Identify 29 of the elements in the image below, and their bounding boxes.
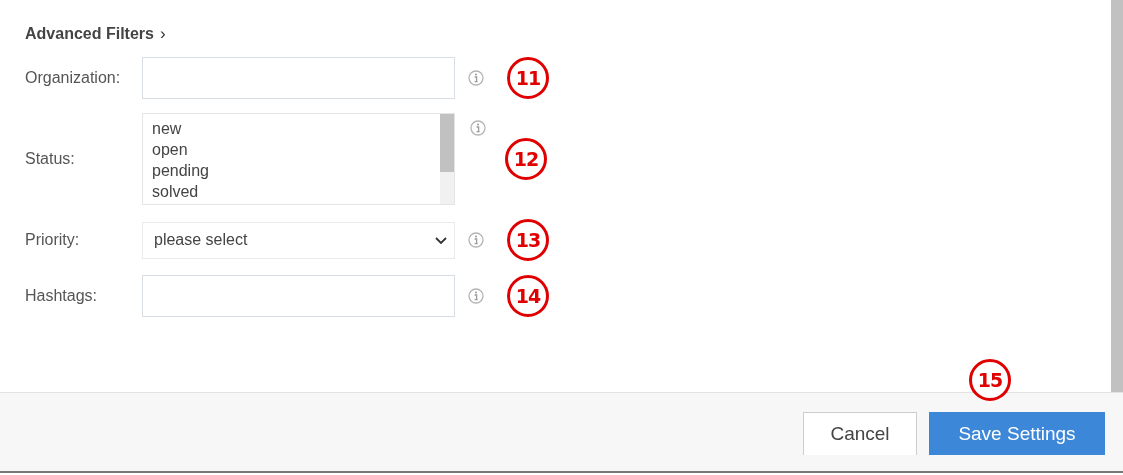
callout-badge: 15 (969, 359, 1011, 401)
field-label: Priority: (25, 231, 81, 249)
list-option[interactable]: solved (152, 181, 440, 202)
chevron-icon[interactable]: › (159, 24, 166, 44)
cancel-button[interactable]: Cancel (803, 412, 917, 455)
text-field[interactable] (142, 57, 455, 99)
field-label: Organization: (25, 69, 122, 87)
section-title[interactable]: Advanced Filters (25, 25, 154, 43)
list-scrollbar[interactable] (440, 114, 454, 204)
callout-badge: 13 (507, 219, 549, 261)
callout-badge: 11 (507, 57, 549, 99)
field-label: Status: (25, 150, 76, 168)
field-label: Hashtags: (25, 287, 99, 305)
chevron-down-icon[interactable] (434, 235, 448, 245)
list-option[interactable]: new (152, 118, 440, 139)
list-option[interactable]: pending (152, 160, 440, 181)
list-option[interactable]: open (152, 139, 440, 160)
info-icon[interactable] (468, 232, 484, 248)
callout-badge: 14 (507, 275, 549, 317)
priority-select[interactable]: please select (142, 221, 455, 259)
scrollbar[interactable] (1111, 0, 1123, 392)
status-listbox[interactable]: new open pending solved (142, 113, 455, 205)
info-icon[interactable] (470, 120, 486, 136)
scroll-thumb[interactable] (440, 114, 454, 172)
info-icon[interactable] (468, 70, 484, 86)
save-button[interactable]: Save Settings (929, 412, 1105, 455)
info-icon[interactable] (468, 288, 484, 304)
callout-badge: 12 (505, 138, 547, 180)
text-field[interactable] (142, 275, 455, 317)
